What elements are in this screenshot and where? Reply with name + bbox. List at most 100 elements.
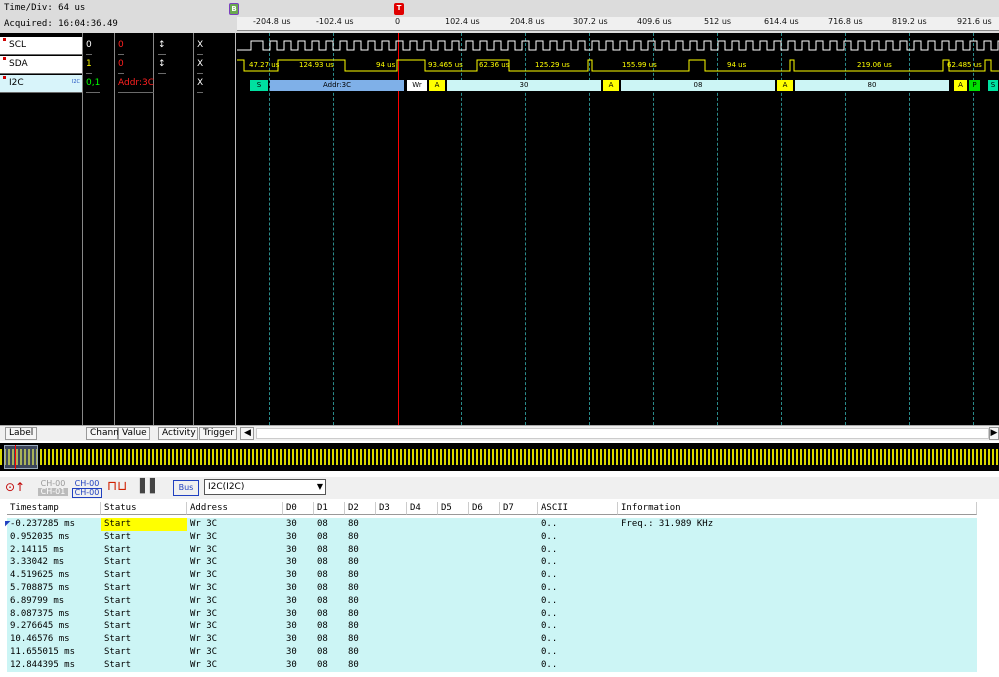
sda-timing-label: 94 us (727, 61, 747, 69)
tab-value[interactable]: Value (118, 427, 150, 440)
channel-value: Addr:3C (118, 75, 155, 93)
ruler-tick: -204.8 us (253, 17, 291, 26)
b-marker-flag[interactable]: B (229, 3, 239, 15)
table-row[interactable]: -0.237285 ms Start Wr 3C 30 08 80 0.. Freq.: 31… (5, 518, 977, 531)
table-cell-d1: 08 (317, 544, 328, 555)
table-cell-d0: 30 (286, 647, 297, 657)
channel-number: 0 (86, 37, 92, 55)
scroll-right-button[interactable]: ▶ (989, 427, 999, 440)
column-header[interactable]: Address (187, 502, 283, 515)
tab-trigger[interactable]: Trigger (199, 427, 237, 440)
table-row[interactable]: 2.14115 ms Start Wr 3C 30 08 80 0.. (7, 543, 977, 557)
channel-filter-icon[interactable]: CH-00 CH-01 (38, 480, 68, 496)
current-row-marker-icon: ◤ (5, 519, 11, 529)
capture-overview[interactable] (0, 443, 999, 471)
table-cell-status: Start (104, 659, 132, 670)
table-cell-d2: 80 (348, 570, 359, 581)
trigger-cursor-line[interactable] (398, 33, 399, 425)
channel-columns: SCL SDA I2C I2C 0 1 0,1 0 0 Addr:3C ↕ ↕ X… (0, 33, 237, 425)
channel-label-scl[interactable]: SCL (0, 37, 82, 55)
channel-tag: CH-01 (38, 488, 68, 496)
tab-label[interactable]: Label (5, 427, 37, 440)
channel-label-sda[interactable]: SDA (0, 56, 82, 74)
pulse-wave-icon[interactable]: ⊓⊔ (107, 480, 133, 496)
table-cell-status: Start (101, 518, 187, 531)
table-cell-ts: 9.276645 ms (10, 621, 70, 632)
i2c-address-frame[interactable]: Addr:3C (270, 80, 404, 91)
column-header[interactable]: Status (101, 502, 187, 515)
tab-channel[interactable]: Chann (86, 427, 119, 440)
table-row[interactable]: 10.46576 ms Start Wr 3C 30 08 80 0.. (7, 633, 977, 647)
bus-selector-dropdown[interactable]: I2C(I2C) ▼ (204, 479, 326, 495)
table-row[interactable]: 12.844395 ms Start Wr 3C 30 08 80 0.. (7, 658, 977, 672)
table-cell-d1: 08 (317, 659, 328, 670)
table-cell-ts: 0.952035 ms (10, 531, 70, 542)
horizontal-scrollbar-track[interactable] (256, 428, 989, 439)
i2c-data-byte[interactable]: 30 (447, 80, 601, 91)
table-cell-ts: 11.655015 ms (10, 647, 76, 657)
activity-column: ↕ ↕ (155, 33, 194, 425)
time-ruler[interactable]: -204.8 us -102.4 us 0 102.4 us 204.8 us … (237, 17, 999, 31)
i2c-stop-marker[interactable]: P (969, 80, 980, 91)
table-cell-ts: 2.14115 ms (10, 544, 65, 555)
channel-swap-icon[interactable]: CH-00 CH-00 (72, 480, 102, 498)
i2c-ack-marker[interactable]: A (777, 80, 793, 91)
column-header[interactable]: D6 (469, 502, 500, 515)
table-row[interactable]: 5.708875 ms Start Wr 3C 30 08 80 0.. (7, 582, 977, 595)
table-row[interactable]: 11.655015 ms Start Wr 3C 30 08 80 0.. (7, 646, 977, 659)
tab-activity[interactable]: Activity (158, 427, 198, 440)
column-header[interactable]: Timestamp (7, 502, 101, 515)
table-cell-addr: Wr 3C (190, 557, 218, 568)
acquired-time-readout: Acquired: 16:04:36.49 (4, 19, 118, 29)
i2c-data-byte[interactable]: 08 (621, 80, 775, 91)
i2c-ack-marker[interactable]: A (603, 80, 619, 91)
scroll-left-button[interactable]: ◀ (240, 427, 254, 440)
table-cell-ascii: 0.. (541, 531, 558, 542)
trigger-setting[interactable]: X (197, 56, 204, 74)
column-header[interactable]: D7 (500, 502, 538, 515)
ruler-tick: -102.4 us (316, 17, 354, 26)
sda-timing-label: 94 us (376, 61, 396, 69)
table-row[interactable]: 8.087375 ms Start Wr 3C 30 08 80 0.. (7, 607, 977, 621)
table-cell-addr: Wr 3C (190, 595, 218, 606)
column-header[interactable]: D1 (314, 502, 345, 515)
table-cell-info (618, 659, 977, 672)
column-header[interactable]: D2 (345, 502, 376, 515)
overview-viewport-window[interactable] (4, 445, 38, 469)
table-cell-info (618, 595, 977, 608)
i2c-write-bit[interactable]: Wr (407, 80, 427, 91)
trigger-marker-flag[interactable]: T (394, 3, 404, 15)
table-row[interactable]: 6.89799 ms Start Wr 3C 30 08 80 0.. (7, 594, 977, 608)
sda-timing-label: 62.485 us (947, 61, 982, 69)
table-cell-d1: 08 (317, 531, 328, 542)
column-header[interactable]: D5 (438, 502, 469, 515)
column-header[interactable]: D3 (376, 502, 407, 515)
add-decoder-icon[interactable]: ⊙↑ (5, 480, 35, 496)
bar-graph-icon[interactable]: ▌▌ (140, 480, 166, 496)
channel-label-i2c[interactable]: I2C I2C (0, 75, 82, 93)
table-row[interactable]: 4.519625 ms Start Wr 3C 30 08 80 0.. (7, 569, 977, 583)
i2c-ack-marker[interactable]: A (954, 80, 967, 91)
column-header[interactable]: D0 (283, 502, 314, 515)
i2c-ack-marker[interactable]: A (429, 80, 445, 91)
table-cell-status: Start (104, 621, 132, 632)
table-row[interactable]: 3.33042 ms Start Wr 3C 30 08 80 0.. (7, 556, 977, 570)
table-row[interactable]: 9.276645 ms Start Wr 3C 30 08 80 0.. (7, 620, 977, 634)
trigger-setting[interactable]: X (197, 75, 204, 93)
column-header[interactable]: ASCII (538, 502, 618, 515)
column-header[interactable]: D4 (407, 502, 438, 515)
table-cell-d2: 80 (348, 621, 359, 632)
i2c-data-byte[interactable]: 80 (795, 80, 949, 91)
waveform-view[interactable]: 47.27 us 124.93 us 94 us 93.465 us 62.36… (237, 33, 999, 425)
table-cell-addr: Wr 3C (190, 634, 218, 645)
channel-color-marker (3, 76, 6, 79)
ruler-tick: 0 (395, 17, 401, 26)
column-header[interactable]: Information (618, 502, 977, 515)
table-cell-info: Freq.: 31.989 KHz (621, 519, 714, 529)
bus-icon[interactable]: Bus (173, 480, 199, 496)
trigger-setting[interactable]: X (197, 37, 204, 55)
table-row[interactable]: 0.952035 ms Start Wr 3C 30 08 80 0.. (7, 530, 977, 544)
i2c-start-marker[interactable]: S (250, 80, 268, 91)
table-cell-d1: 08 (317, 608, 328, 619)
i2c-start-marker[interactable]: S (988, 80, 998, 91)
